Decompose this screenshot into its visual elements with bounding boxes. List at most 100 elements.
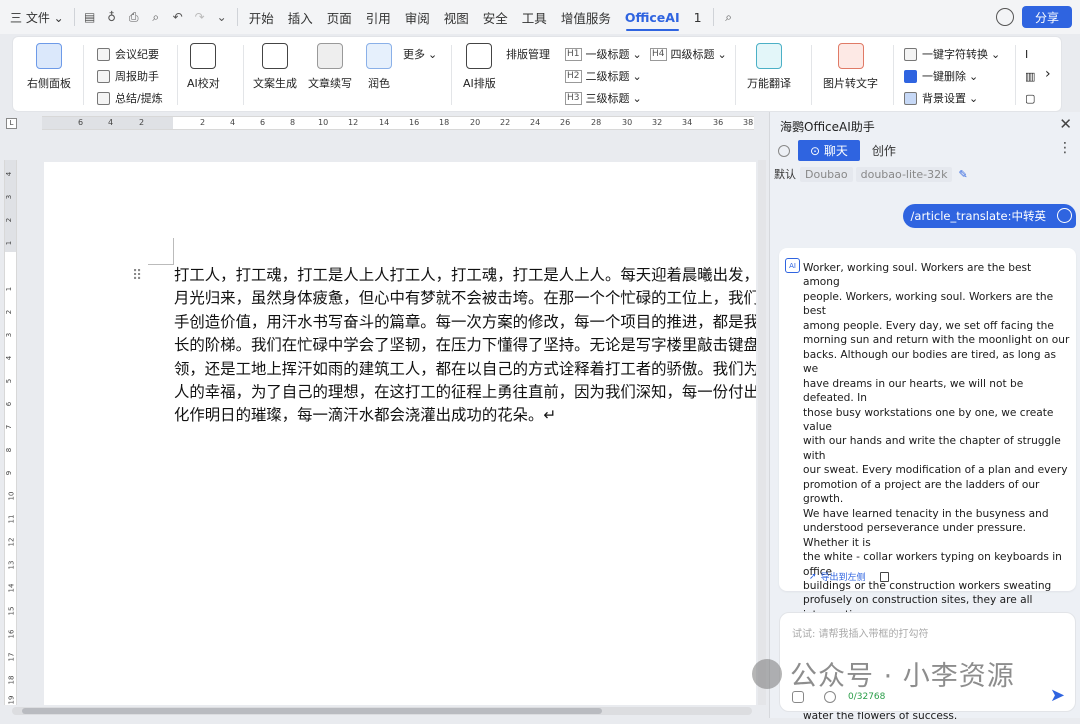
- format-painter-icon[interactable]: ♁: [101, 6, 123, 28]
- horizontal-ruler[interactable]: 6 4 2 2 4 6 8 10 12 14 16 18 20 22 24 26…: [42, 116, 754, 130]
- ruler-tick: 6: [5, 401, 14, 407]
- share-button[interactable]: 分享: [1022, 6, 1072, 28]
- model-default-label: 默认: [774, 168, 796, 181]
- ruler-tick: 7: [5, 424, 14, 430]
- chevron-right-icon[interactable]: ›: [1045, 64, 1051, 84]
- tab-create[interactable]: 创作: [860, 140, 908, 161]
- translate-button[interactable]: 万能翻译: [747, 43, 791, 91]
- tab-insert[interactable]: 插入: [281, 0, 320, 34]
- ai-bot-icon: AI: [785, 258, 800, 273]
- vertical-scrollbar[interactable]: [758, 160, 766, 705]
- ruler-tick: 14: [379, 118, 390, 127]
- char-convert-button[interactable]: 一键字符转换 ⌄: [904, 44, 1000, 64]
- tab-home[interactable]: 开始: [242, 0, 281, 34]
- tab-stop-selector[interactable]: L: [6, 118, 17, 129]
- chevron-down-icon: ⌄: [632, 47, 642, 61]
- settings-icon[interactable]: [778, 144, 790, 157]
- one-click-delete-button[interactable]: 一键删除 ⌄: [904, 66, 978, 86]
- meeting-notes-button[interactable]: 会议纪要: [97, 44, 159, 64]
- divider: [1015, 45, 1016, 105]
- image-to-text-button[interactable]: 图片转文字: [823, 43, 878, 91]
- undo-icon[interactable]: ↶: [167, 6, 189, 28]
- file-menu[interactable]: 三 文件 ⌄: [4, 0, 70, 34]
- text-cursor-icon[interactable]: I: [1025, 44, 1028, 64]
- divider: [243, 45, 244, 105]
- ai-layout-button[interactable]: AI排版: [463, 43, 496, 91]
- h2-icon: H2: [565, 69, 582, 83]
- mode-tabs: ⊙ 聊天 创作: [778, 140, 908, 161]
- save-icon[interactable]: ▤: [79, 6, 101, 28]
- cloud-upload-icon[interactable]: [996, 8, 1014, 26]
- scrollbar-thumb[interactable]: [22, 708, 602, 714]
- ruler-tick: 16: [7, 629, 16, 639]
- horizontal-scrollbar[interactable]: [12, 707, 752, 715]
- more-label: 更多: [403, 48, 425, 61]
- report-icon: [97, 69, 110, 83]
- print-icon[interactable]: ⎙: [123, 6, 145, 28]
- convert-icon: [904, 47, 917, 61]
- layout-manage-button[interactable]: 排版管理: [506, 44, 550, 64]
- doc-generate-button[interactable]: 文案生成: [253, 43, 297, 91]
- tab-1[interactable]: 1: [687, 0, 709, 34]
- tab-page[interactable]: 页面: [320, 0, 359, 34]
- close-icon[interactable]: ✕: [1059, 115, 1072, 133]
- right-panel-button[interactable]: 右侧面板: [27, 43, 71, 91]
- heading-3-button[interactable]: H3 三级标题 ⌄: [565, 88, 642, 108]
- ruler-tick: 20: [470, 118, 481, 127]
- title-bar: 三 文件 ⌄ ▤ ♁ ⎙ ⌕ ↶ ↷ ⌄ 开始 插入 页面 引用 审阅 视图 安…: [0, 0, 1080, 34]
- ruler-tick: 32: [652, 118, 663, 127]
- drag-handle-icon[interactable]: ⠿: [132, 268, 142, 284]
- tab-security[interactable]: 安全: [476, 0, 515, 34]
- trash-icon: [904, 69, 917, 83]
- ai-proofread-button[interactable]: AI校对: [187, 43, 220, 91]
- ruler-tick: 1: [5, 240, 14, 246]
- ruler-tick: 18: [439, 118, 450, 127]
- polish-label: 润色: [368, 77, 390, 90]
- redo-icon[interactable]: ↷: [189, 6, 211, 28]
- table-icon[interactable]: ▥: [1025, 66, 1035, 86]
- document-line: 手创造价值，用汗水书写奋斗的篇章。每一次方案的修改，每一个项目的推进，都是我们: [174, 312, 756, 331]
- tab-chat[interactable]: ⊙ 聊天: [798, 140, 860, 161]
- h3-icon: H3: [565, 91, 582, 105]
- chevron-down-icon[interactable]: ⌄: [211, 6, 233, 28]
- model-name-chip[interactable]: doubao-lite-32k: [855, 166, 953, 182]
- tab-value-added[interactable]: 增值服务: [554, 0, 618, 34]
- background-settings-button[interactable]: 背景设置 ⌄: [904, 88, 978, 108]
- search-icon[interactable]: ⌕: [718, 6, 740, 28]
- export-to-left-button[interactable]: 导出到左侧: [821, 570, 866, 583]
- divider: [73, 8, 75, 26]
- send-icon[interactable]: ➤: [1050, 685, 1065, 706]
- continue-writing-button[interactable]: 文章续写: [308, 43, 352, 91]
- heading-1-button[interactable]: H1 一级标题 ⌄: [565, 44, 642, 64]
- ruler-tick: 4: [230, 118, 236, 127]
- tab-view[interactable]: 视图: [437, 0, 476, 34]
- meeting-notes-label: 会议纪要: [115, 48, 159, 61]
- document-body[interactable]: 打工人，打工魂，打工是人上人打工人，打工魂，打工是人上人。每天迎着晨曦出发，背 …: [174, 264, 756, 428]
- tab-review[interactable]: 审阅: [398, 0, 437, 34]
- more-dropdown[interactable]: 更多 ⌄: [403, 44, 437, 64]
- watermark: 公众号 · 小李资源: [752, 654, 1015, 693]
- ruler-tick: 1: [5, 286, 14, 292]
- pencil-icon[interactable]: ✎: [958, 168, 967, 181]
- copy-icon[interactable]: [879, 571, 889, 582]
- ruler-tick: 8: [290, 118, 296, 127]
- frame-icon[interactable]: ▢: [1025, 88, 1035, 108]
- print-preview-icon[interactable]: ⌕: [145, 6, 167, 28]
- margin-corner-mark: [148, 238, 174, 265]
- chevron-down-icon: ⌄: [717, 47, 727, 61]
- heading-4-button[interactable]: H4 四级标题 ⌄: [650, 44, 727, 64]
- vertical-ruler[interactable]: 4 3 2 1 1 2 3 4 5 6 7 8 9 10 11 12 13 14…: [4, 160, 17, 705]
- tab-officeai[interactable]: OfficeAI: [618, 0, 687, 34]
- more-options-icon[interactable]: ⋮: [1058, 140, 1072, 156]
- heading-2-button[interactable]: H2 二级标题 ⌄: [565, 66, 642, 86]
- divider: [451, 45, 452, 105]
- weekly-report-button[interactable]: 周报助手: [97, 66, 159, 86]
- summary-button[interactable]: 总结/提炼: [97, 88, 163, 108]
- image-to-text-label: 图片转文字: [823, 77, 878, 90]
- tab-tools[interactable]: 工具: [515, 0, 554, 34]
- tab-reference[interactable]: 引用: [359, 0, 398, 34]
- ruler-tick: 15: [7, 606, 16, 616]
- export-icon: ➚: [809, 571, 817, 582]
- model-provider-chip[interactable]: Doubao: [800, 166, 853, 182]
- polish-button[interactable]: 润色: [366, 43, 392, 91]
